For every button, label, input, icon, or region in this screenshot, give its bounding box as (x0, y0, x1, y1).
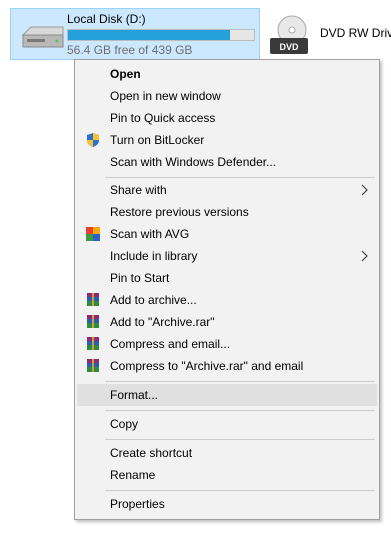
chevron-right-icon (361, 250, 368, 262)
shield-icon (87, 133, 99, 147)
menu-label: Rename (110, 468, 156, 482)
menu-label: Open (110, 67, 141, 81)
menu-label: Restore previous versions (110, 205, 249, 219)
menu-label: Pin to Quick access (110, 111, 216, 125)
winrar-icon (87, 359, 99, 372)
menu-item-format[interactable]: Format... (77, 384, 377, 406)
menu-label: Scan with Windows Defender... (110, 155, 277, 169)
menu-item-scan-avg[interactable]: Scan with AVG (77, 223, 377, 245)
drive-free-space: 56.4 GB free of 439 GB (67, 43, 193, 57)
menu-item-add-archive-rar[interactable]: Add to "Archive.rar" (77, 311, 377, 333)
dvd-drive-icon: DVD (270, 15, 308, 54)
menu-label: Format... (110, 388, 159, 402)
menu-label: Properties (110, 497, 165, 511)
menu-label: Create shortcut (110, 446, 193, 460)
capacity-bar (67, 29, 255, 41)
menu-label: Scan with AVG (110, 227, 190, 241)
menu-item-pin-quick-access[interactable]: Pin to Quick access (77, 107, 377, 129)
menu-label: Open in new window (110, 89, 221, 103)
menu-item-open[interactable]: Open (77, 63, 377, 85)
menu-item-pin-start[interactable]: Pin to Start (77, 267, 377, 289)
menu-separator (105, 490, 375, 491)
menu-label: Copy (110, 417, 139, 431)
menu-separator (105, 439, 375, 440)
winrar-icon (87, 315, 99, 328)
menu-item-properties[interactable]: Properties (77, 493, 377, 515)
winrar-icon (87, 337, 99, 350)
menu-label: Add to "Archive.rar" (110, 315, 215, 329)
menu-item-restore-versions[interactable]: Restore previous versions (77, 201, 377, 223)
dvd-title: DVD RW Drive (320, 26, 391, 40)
menu-label: Add to archive... (110, 293, 197, 307)
chevron-right-icon (361, 184, 368, 196)
drive-tile-dvd[interactable]: DVD DVD RW Drive (266, 10, 391, 60)
menu-item-compress-email[interactable]: Compress and email... (77, 333, 377, 355)
menu-item-share-with[interactable]: Share with (77, 179, 377, 201)
menu-separator (105, 381, 375, 382)
drive-title: Local Disk (D:) (67, 12, 146, 26)
menu-label: Pin to Start (110, 271, 170, 285)
winrar-icon (87, 293, 99, 306)
avg-icon (86, 227, 100, 241)
menu-separator (105, 177, 375, 178)
menu-item-add-archive[interactable]: Add to archive... (77, 289, 377, 311)
menu-label: Compress to "Archive.rar" and email (110, 359, 304, 373)
menu-item-open-new-window[interactable]: Open in new window (77, 85, 377, 107)
menu-label: Include in library (110, 249, 198, 263)
dvd-badge-text: DVD (279, 42, 299, 52)
menu-label: Turn on BitLocker (110, 133, 205, 147)
drive-tile-local-disk[interactable]: Local Disk (D:) 56.4 GB free of 439 GB (10, 8, 260, 60)
capacity-fill (68, 30, 230, 40)
menu-item-compress-rar-email[interactable]: Compress to "Archive.rar" and email (77, 355, 377, 377)
menu-label: Compress and email... (110, 337, 231, 351)
menu-label: Share with (110, 183, 167, 197)
menu-item-include-library[interactable]: Include in library (77, 245, 377, 267)
menu-separator (105, 410, 375, 411)
menu-item-copy[interactable]: Copy (77, 413, 377, 435)
menu-item-rename[interactable]: Rename (77, 464, 377, 486)
menu-item-create-shortcut[interactable]: Create shortcut (77, 442, 377, 464)
menu-item-defender[interactable]: Scan with Windows Defender... (77, 151, 377, 173)
context-menu: Open Open in new window Pin to Quick acc… (74, 59, 380, 520)
hard-drive-icon (21, 26, 64, 48)
menu-item-bitlocker[interactable]: Turn on BitLocker (77, 129, 377, 151)
